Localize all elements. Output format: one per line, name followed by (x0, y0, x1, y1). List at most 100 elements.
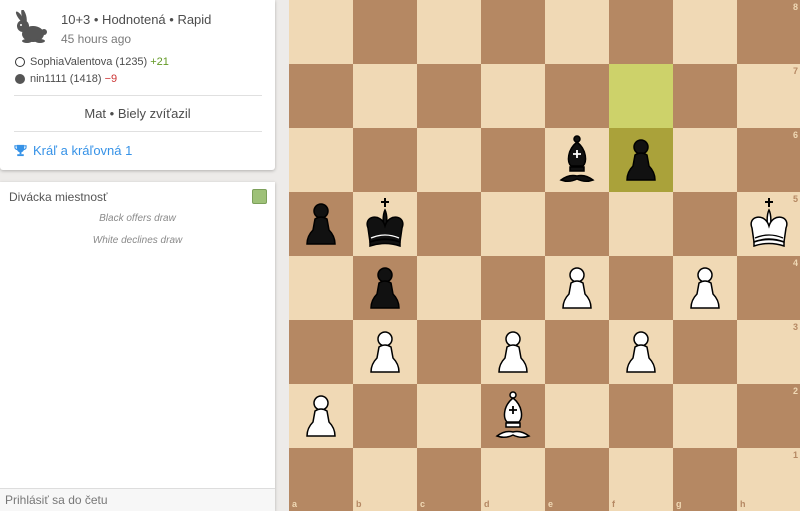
square-d2[interactable] (481, 384, 545, 448)
square-e6[interactable] (545, 128, 609, 192)
white-bishop-icon[interactable] (481, 384, 545, 448)
game-status: Mat • Biely zvíťazil (84, 106, 191, 121)
black-pawn-icon[interactable] (609, 128, 673, 192)
black-pawn-icon[interactable] (289, 192, 353, 256)
square-e4[interactable] (545, 256, 609, 320)
square-f1[interactable]: f (609, 448, 673, 511)
white-pawn-icon[interactable] (481, 320, 545, 384)
square-c6[interactable] (417, 128, 481, 192)
white-king-icon[interactable] (737, 192, 800, 256)
square-e5[interactable] (545, 192, 609, 256)
square-c2[interactable] (417, 384, 481, 448)
square-f4[interactable] (609, 256, 673, 320)
square-f8[interactable] (609, 0, 673, 64)
square-b6[interactable] (353, 128, 417, 192)
rank-label: 3 (792, 322, 798, 332)
square-h1[interactable]: h1 (737, 448, 800, 511)
black-king-icon[interactable] (353, 192, 417, 256)
square-g3[interactable] (673, 320, 737, 384)
square-h3[interactable]: 3 (737, 320, 800, 384)
white-pawn-icon[interactable] (673, 256, 737, 320)
square-a3[interactable] (289, 320, 353, 384)
square-f2[interactable] (609, 384, 673, 448)
white-player-name[interactable]: SophiaValentova (1235) (30, 56, 147, 68)
square-c1[interactable]: c (417, 448, 481, 511)
tournament-link[interactable]: Kráľ a kráľovná 1 (14, 143, 132, 158)
square-d7[interactable] (481, 64, 545, 128)
square-a6[interactable] (289, 128, 353, 192)
square-f5[interactable] (609, 192, 673, 256)
square-b8[interactable] (353, 0, 417, 64)
square-g7[interactable] (673, 64, 737, 128)
square-g2[interactable] (673, 384, 737, 448)
chat-title: Divácka miestnosť (9, 190, 108, 204)
white-pawn-icon[interactable] (545, 256, 609, 320)
rank-label: 1 (792, 450, 798, 460)
square-e8[interactable] (545, 0, 609, 64)
chat-input[interactable]: Prihlásiť sa do četu (0, 488, 275, 511)
square-g6[interactable] (673, 128, 737, 192)
square-g5[interactable] (673, 192, 737, 256)
square-c7[interactable] (417, 64, 481, 128)
white-pawn-icon[interactable] (353, 320, 417, 384)
tournament-name[interactable]: Kráľ a kráľovná 1 (33, 143, 132, 158)
square-h6[interactable]: 6 (737, 128, 800, 192)
square-a1[interactable]: a (289, 448, 353, 511)
game-time-ago: 45 hours ago (61, 32, 132, 46)
file-label: c (420, 499, 426, 509)
square-d8[interactable] (481, 0, 545, 64)
black-player[interactable]: nin1111 (1418) −9 (15, 71, 169, 86)
square-f7[interactable] (609, 64, 673, 128)
rank-label: 7 (792, 66, 798, 76)
square-c4[interactable] (417, 256, 481, 320)
square-d5[interactable] (481, 192, 545, 256)
square-f3[interactable] (609, 320, 673, 384)
file-label: e (548, 499, 554, 509)
black-player-name[interactable]: nin1111 (1418) (30, 73, 102, 85)
square-c3[interactable] (417, 320, 481, 384)
square-b4[interactable] (353, 256, 417, 320)
square-g4[interactable] (673, 256, 737, 320)
file-label: f (612, 499, 615, 509)
chat-message: Black offers draw (99, 213, 176, 224)
square-e1[interactable]: e (545, 448, 609, 511)
square-d3[interactable] (481, 320, 545, 384)
square-h2[interactable]: 2 (737, 384, 800, 448)
square-c5[interactable] (417, 192, 481, 256)
file-label: a (292, 499, 298, 509)
black-bishop-icon[interactable] (545, 128, 609, 192)
square-d1[interactable]: d (481, 448, 545, 511)
square-a7[interactable] (289, 64, 353, 128)
square-a8[interactable] (289, 0, 353, 64)
white-player[interactable]: SophiaValentova (1235) +21 (15, 54, 169, 69)
square-h7[interactable]: 7 (737, 64, 800, 128)
square-e7[interactable] (545, 64, 609, 128)
black-pawn-icon[interactable] (353, 256, 417, 320)
game-setup: 10+3 • Hodnotená • Rapid (61, 12, 212, 27)
square-d4[interactable] (481, 256, 545, 320)
square-g1[interactable]: g (673, 448, 737, 511)
square-c8[interactable] (417, 0, 481, 64)
square-h8[interactable]: 8 (737, 0, 800, 64)
square-h4[interactable]: 4 (737, 256, 800, 320)
square-b1[interactable]: b (353, 448, 417, 511)
chess-board[interactable]: 8 7 6 5 4 3 2 a b c de f gh1 (289, 0, 800, 511)
square-a4[interactable] (289, 256, 353, 320)
square-d6[interactable] (481, 128, 545, 192)
square-e3[interactable] (545, 320, 609, 384)
square-b3[interactable] (353, 320, 417, 384)
square-b5[interactable] (353, 192, 417, 256)
white-pawn-icon[interactable] (289, 384, 353, 448)
square-g8[interactable] (673, 0, 737, 64)
square-b7[interactable] (353, 64, 417, 128)
file-label: b (356, 499, 362, 509)
square-b2[interactable] (353, 384, 417, 448)
square-h5[interactable]: 5 (737, 192, 800, 256)
square-e2[interactable] (545, 384, 609, 448)
square-f6[interactable] (609, 128, 673, 192)
chat-toggle[interactable] (252, 189, 267, 204)
players-list: SophiaValentova (1235) +21 nin1111 (1418… (15, 54, 169, 88)
white-pawn-icon[interactable] (609, 320, 673, 384)
square-a5[interactable] (289, 192, 353, 256)
square-a2[interactable] (289, 384, 353, 448)
